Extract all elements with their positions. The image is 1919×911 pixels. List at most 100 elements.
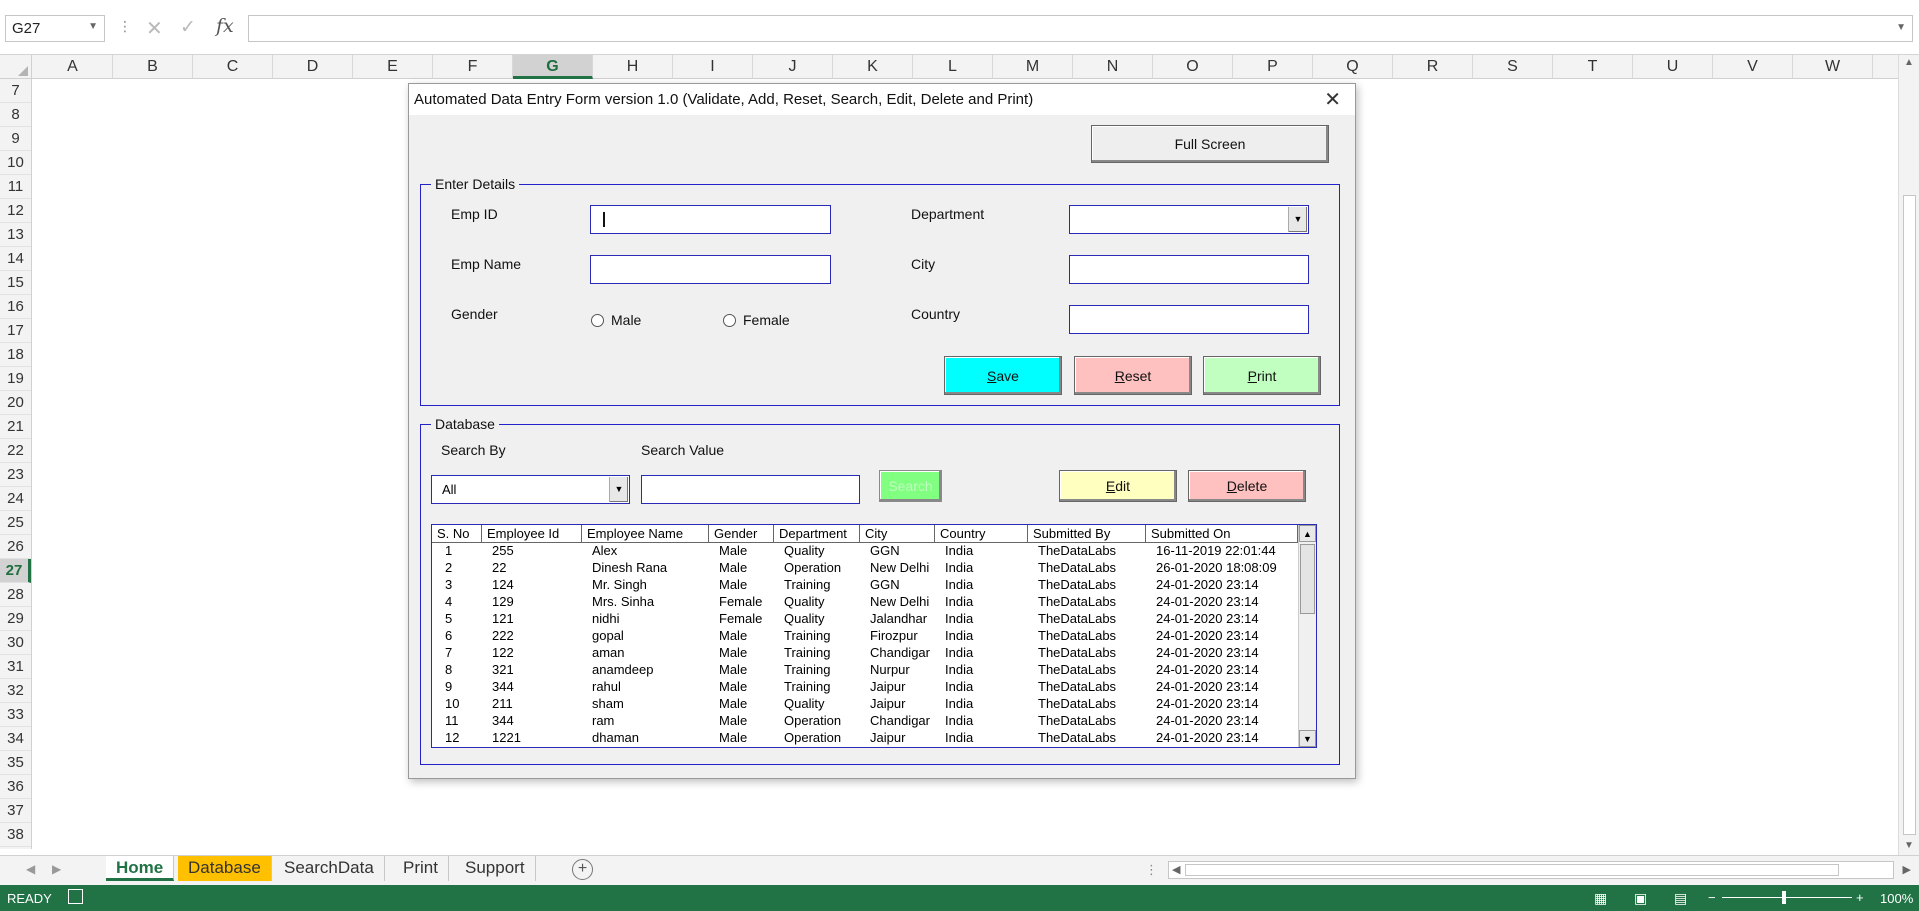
row-header-20[interactable]: 20 (0, 391, 31, 415)
row-header-15[interactable]: 15 (0, 271, 31, 295)
list-item[interactable]: 8 321 anamdeep Male Training Nurpur India TheDa… (432, 662, 1298, 679)
row-header-31[interactable]: 31 (0, 655, 31, 679)
search-value-input[interactable] (641, 475, 860, 504)
row-header-10[interactable]: 10 (0, 151, 31, 175)
tab-sheet-support[interactable]: Support (455, 856, 536, 881)
more-options-icon[interactable]: ⋮ (118, 18, 132, 35)
list-item[interactable]: 7 122 aman Male Training Chandigar India TheDat… (432, 645, 1298, 662)
column-header-d[interactable]: D (273, 55, 353, 79)
horizontal-scroll-thumb[interactable] (1185, 864, 1839, 876)
column-header-p[interactable]: P (1233, 55, 1313, 79)
scroll-thumb[interactable] (1903, 195, 1916, 835)
column-header-h[interactable]: H (593, 55, 673, 79)
list-item[interactable]: 1 255 Alex Male Quality GGN India TheDataLabs 16… (432, 543, 1298, 560)
column-header-r[interactable]: R (1393, 55, 1473, 79)
list-item[interactable]: 2 22 Dinesh Rana Male Operation New Delhi Indi… (432, 560, 1298, 577)
print-button[interactable]: Print (1203, 356, 1321, 395)
list-item[interactable]: 6 222 gopal Male Training Firozpur India TheDat… (432, 628, 1298, 645)
row-header-14[interactable]: 14 (0, 247, 31, 271)
row-header-12[interactable]: 12 (0, 199, 31, 223)
row-header-35[interactable]: 35 (0, 751, 31, 775)
row-header-27[interactable]: 27 (0, 559, 31, 583)
list-item[interactable]: 12 1221 dhaman Male Operation Jaipur India TheD… (432, 730, 1298, 747)
female-radio[interactable] (723, 314, 736, 327)
emp-name-input[interactable] (590, 255, 831, 284)
horizontal-scrollbar[interactable]: ◀ ▶ (1168, 861, 1911, 879)
column-header-k[interactable]: K (833, 55, 913, 79)
tab-prev-icon[interactable]: ◀ (26, 862, 35, 876)
column-header-c[interactable]: C (193, 55, 273, 79)
male-radio[interactable] (591, 314, 604, 327)
more-options-icon[interactable]: ⋮ (1145, 862, 1158, 878)
male-label[interactable]: Male (611, 312, 641, 328)
column-header-t[interactable]: T (1553, 55, 1633, 79)
row-header-23[interactable]: 23 (0, 463, 31, 487)
row-header-36[interactable]: 36 (0, 775, 31, 799)
column-header-e[interactable]: E (353, 55, 433, 79)
scroll-up-icon[interactable]: ▲ (1904, 57, 1914, 68)
insert-function-icon[interactable]: fx (216, 15, 234, 37)
row-header-25[interactable]: 25 (0, 511, 31, 535)
chevron-down-icon[interactable]: ▼ (1288, 207, 1307, 232)
tab-sheet-database[interactable]: Database (178, 856, 272, 881)
search-button[interactable]: Search (879, 470, 942, 502)
row-header-26[interactable]: 26 (0, 535, 31, 559)
scroll-up-icon[interactable]: ▲ (1299, 525, 1316, 542)
page-layout-icon[interactable]: ▣ (1634, 890, 1647, 907)
row-header-16[interactable]: 16 (0, 295, 31, 319)
edit-button[interactable]: Edit (1059, 470, 1177, 502)
normal-view-icon[interactable]: ▦ (1594, 890, 1607, 907)
row-header-11[interactable]: 11 (0, 175, 31, 199)
column-header-s[interactable]: S (1473, 55, 1553, 79)
column-header-q[interactable]: Q (1313, 55, 1393, 79)
row-header-38[interactable]: 38 (0, 823, 31, 847)
name-box[interactable]: G27 ▼ (5, 15, 105, 42)
formula-input[interactable]: ▼ (248, 15, 1913, 42)
column-header-i[interactable]: I (673, 55, 753, 79)
add-sheet-icon[interactable]: + (572, 859, 593, 880)
column-header-w[interactable]: W (1793, 55, 1873, 79)
list-item[interactable]: 3 124 Mr. Singh Male Training GGN India TheData… (432, 577, 1298, 594)
row-header-21[interactable]: 21 (0, 415, 31, 439)
scroll-left-icon[interactable]: ◀ (1172, 863, 1180, 876)
reset-button[interactable]: Reset (1074, 356, 1192, 395)
column-header-b[interactable]: B (113, 55, 193, 79)
zoom-slider-thumb[interactable] (1782, 891, 1786, 904)
chevron-down-icon[interactable]: ▼ (88, 21, 98, 32)
row-header-30[interactable]: 30 (0, 631, 31, 655)
column-header-o[interactable]: O (1153, 55, 1233, 79)
row-header-9[interactable]: 9 (0, 127, 31, 151)
row-header-8[interactable]: 8 (0, 103, 31, 127)
row-header-37[interactable]: 37 (0, 799, 31, 823)
column-header-a[interactable]: A (33, 55, 113, 79)
list-item[interactable]: 11 344 ram Male Operation Chandigar India TheDa… (432, 713, 1298, 730)
row-header-39[interactable]: 39 (0, 847, 31, 849)
database-listbox[interactable]: S. No Employee Id Employee Name Gender Depar… (431, 524, 1317, 748)
scroll-down-icon[interactable]: ▼ (1904, 840, 1914, 851)
column-header-m[interactable]: M (993, 55, 1073, 79)
column-header-f[interactable]: F (433, 55, 513, 79)
tab-sheet-print[interactable]: Print (393, 856, 449, 881)
macro-record-icon[interactable] (68, 889, 83, 904)
city-input[interactable] (1069, 255, 1309, 284)
delete-button[interactable]: Delete (1188, 470, 1306, 502)
row-header-33[interactable]: 33 (0, 703, 31, 727)
row-header-22[interactable]: 22 (0, 439, 31, 463)
department-combo[interactable]: ▼ (1069, 205, 1309, 234)
listbox-scroll-thumb[interactable] (1300, 544, 1315, 614)
list-item[interactable]: 5 121 nidhi Female Quality Jalandhar India TheD… (432, 611, 1298, 628)
zoom-in-icon[interactable]: + (1856, 890, 1864, 905)
column-header-l[interactable]: L (913, 55, 993, 79)
row-header-13[interactable]: 13 (0, 223, 31, 247)
zoom-slider[interactable] (1722, 897, 1852, 898)
select-all-corner[interactable] (0, 55, 32, 79)
chevron-down-icon[interactable]: ▼ (609, 477, 628, 502)
emp-id-input[interactable] (590, 205, 831, 234)
vertical-scrollbar[interactable]: ▲ ▼ (1898, 55, 1919, 855)
save-button[interactable]: Save (944, 356, 1062, 395)
listbox-scrollbar[interactable]: ▲ ▼ (1298, 525, 1316, 747)
search-by-combo[interactable]: All ▼ (431, 475, 630, 504)
expand-formula-icon[interactable]: ▼ (1896, 22, 1906, 33)
row-header-18[interactable]: 18 (0, 343, 31, 367)
row-header-28[interactable]: 28 (0, 583, 31, 607)
